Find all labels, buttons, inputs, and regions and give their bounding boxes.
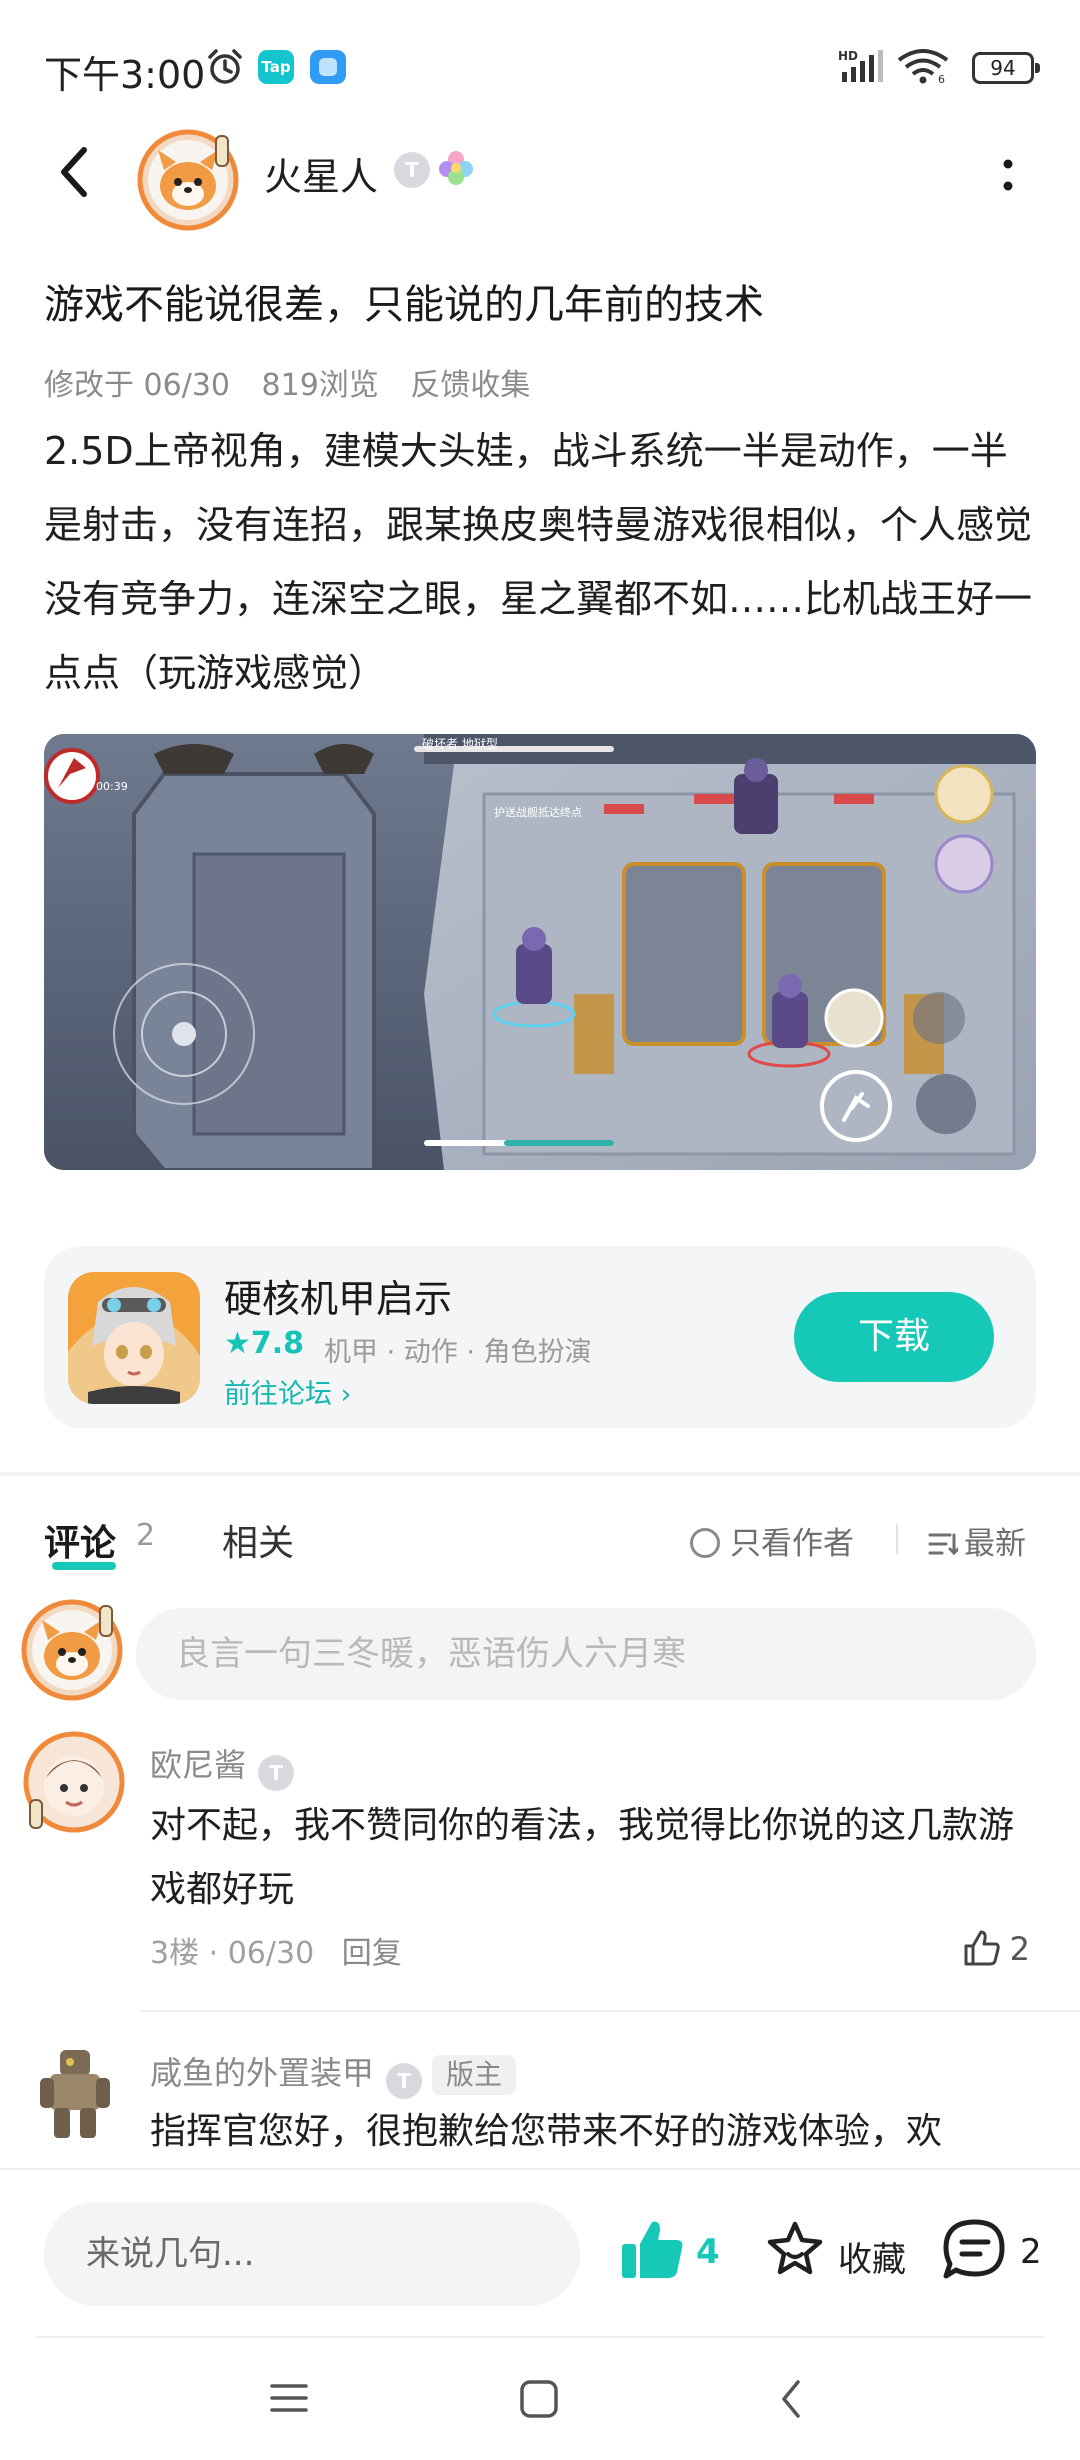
- comment-divider: [140, 2010, 1080, 2012]
- game-icon[interactable]: [68, 1272, 200, 1404]
- chevron-right-icon: ›: [340, 1379, 352, 1410]
- level-badge: T: [258, 1755, 295, 1791]
- menu-icon[interactable]: [268, 2378, 310, 2418]
- image-timer-text: 00:39: [96, 780, 128, 793]
- post-modified-date: 修改于 06/30: [44, 368, 230, 403]
- like-button[interactable]: 4: [620, 2218, 720, 2288]
- bottom-action-bar: 来说几句... 4 收藏 2: [0, 2168, 1080, 2328]
- author-only-toggle[interactable]: 只看作者: [690, 1518, 854, 1563]
- user-avatar: [21, 1599, 123, 1701]
- star-icon: ★: [224, 1326, 251, 1361]
- sort-label: 最新: [964, 1526, 1026, 1562]
- back-icon[interactable]: [54, 142, 94, 202]
- post-category[interactable]: 反馈收集: [410, 368, 530, 403]
- comment-count: 2: [1020, 2232, 1042, 2272]
- comment-text: 指挥官您好，很抱歉给您带来不好的游戏体验，欢: [150, 2111, 943, 2152]
- hd-signal-icon: HD: [838, 49, 883, 82]
- comment-item: 咸鱼的外置装甲 T 版主 指挥官您好，很抱歉给您带来不好的游戏体验，欢: [0, 2034, 1080, 2174]
- level-badge: T: [394, 152, 430, 188]
- post-image[interactable]: 破坏者 地狱型 护送战舰抵达终点 00:39: [44, 734, 1036, 1170]
- post-meta: 修改于 06/30 819浏览 反馈收集: [44, 360, 552, 404]
- game-name[interactable]: 硬核机甲启示: [224, 1268, 452, 1323]
- commenter-name[interactable]: 欧尼酱 T: [150, 1740, 295, 1791]
- wifi-icon: 6: [897, 49, 949, 84]
- moderator-badge: 版主: [432, 2055, 517, 2095]
- sort-divider: [896, 1524, 898, 1554]
- status-bar: 下午3:00 Tap HD 6 94: [0, 0, 1080, 130]
- author-only-label: 只看作者: [730, 1526, 854, 1562]
- comment-text: 对不起，我不赞同你的看法，我觉得比你说的这几款游戏都好玩: [150, 1805, 1015, 1910]
- thumbs-up-icon: [622, 2221, 683, 2278]
- star-icon: [767, 2221, 823, 2275]
- post-view-count: 819浏览: [261, 368, 379, 403]
- home-icon[interactable]: [518, 2378, 560, 2420]
- battery-icon: 94: [972, 52, 1040, 84]
- reply-button[interactable]: 回复: [342, 1936, 402, 1971]
- section-divider: [0, 1472, 1080, 1476]
- post-body: 2.5D上帝视角，建模大头娃，战斗系统一半是动作，一半是射击，没有连招，跟某换皮…: [44, 429, 1033, 695]
- thumbs-up-icon: [964, 1930, 1000, 1966]
- comment-input-row: [0, 1598, 1080, 1708]
- game-card[interactable]: 硬核机甲启示 ★7.8 机甲 · 动作 · 角色扮演 前往论坛 › 下载: [44, 1246, 1036, 1428]
- comment-tabs: 评论 2 相关 只看作者 最新: [0, 1504, 1080, 1574]
- download-button[interactable]: 下载: [794, 1292, 994, 1382]
- post-title: 游戏不能说很差，只能说的几年前的技术: [44, 282, 764, 328]
- tab-active-indicator: [52, 1562, 116, 1570]
- radio-icon: [690, 1528, 720, 1558]
- favorite-label: 收藏: [838, 2240, 906, 2280]
- svg-text:HD: HD: [838, 49, 858, 63]
- nav-divider: [36, 2336, 1044, 2338]
- author-avatar[interactable]: [136, 128, 240, 232]
- level-badge: T: [386, 2063, 423, 2099]
- system-nav-bar: [0, 2336, 1080, 2460]
- svg-text:6: 6: [938, 73, 945, 84]
- comment-icon: [943, 2219, 1005, 2279]
- like-count: 4: [696, 2232, 720, 2272]
- tab-comments[interactable]: 评论: [44, 1514, 116, 1566]
- comment-item: 欧尼酱 T 对不起，我不赞同你的看法，我觉得比你说的这几款游戏都好玩 3楼 · 0…: [0, 1724, 1080, 2024]
- comment-input[interactable]: [136, 1608, 1036, 1700]
- status-time: 下午3:00: [44, 53, 206, 97]
- sort-icon: [928, 1533, 960, 1556]
- reply-input[interactable]: 来说几句...: [44, 2202, 580, 2306]
- image-objective-text: 破坏者 地狱型: [422, 736, 498, 751]
- back-nav-icon[interactable]: [776, 2376, 806, 2422]
- game-rating-value: 7.8: [250, 1326, 305, 1361]
- sort-newest-button[interactable]: 最新: [928, 1518, 1026, 1563]
- game-rating: ★7.8: [224, 1326, 304, 1361]
- game-forum-link-label: 前往论坛: [224, 1379, 332, 1410]
- post-header: 火星人 T: [0, 120, 1080, 232]
- game-tags: 机甲 · 动作 · 角色扮演: [324, 1337, 592, 1368]
- commenter-avatar[interactable]: [22, 2040, 126, 2144]
- comment-like-button[interactable]: 2: [962, 1928, 1030, 1968]
- tab-comments-count: 2: [136, 1518, 156, 1553]
- comment-like-count: 2: [1009, 1930, 1030, 1968]
- comment-floor-date: 3楼 · 06/30: [150, 1936, 315, 1971]
- commenter-name-text: 欧尼酱: [150, 1746, 247, 1784]
- more-icon[interactable]: [996, 150, 1020, 200]
- tab-related[interactable]: 相关: [222, 1514, 294, 1566]
- comment-meta: 3楼 · 06/30 回复: [150, 1928, 402, 1972]
- image-hint-text: 护送战舰抵达终点: [494, 805, 582, 819]
- author-name[interactable]: 火星人: [264, 146, 378, 201]
- favorite-button[interactable]: 收藏: [764, 2218, 906, 2288]
- alarm-icon: [208, 49, 242, 84]
- commenter-name[interactable]: 咸鱼的外置装甲 T 版主: [150, 2048, 517, 2099]
- comment-button[interactable]: 2: [942, 2218, 1042, 2288]
- tap-app-icon: Tap: [258, 50, 294, 84]
- commenter-avatar[interactable]: [22, 1730, 126, 1834]
- message-app-icon: [310, 50, 346, 84]
- flower-icon: [439, 151, 473, 185]
- commenter-name-text: 咸鱼的外置装甲: [150, 2054, 375, 2092]
- game-forum-link[interactable]: 前往论坛 ›: [224, 1372, 351, 1411]
